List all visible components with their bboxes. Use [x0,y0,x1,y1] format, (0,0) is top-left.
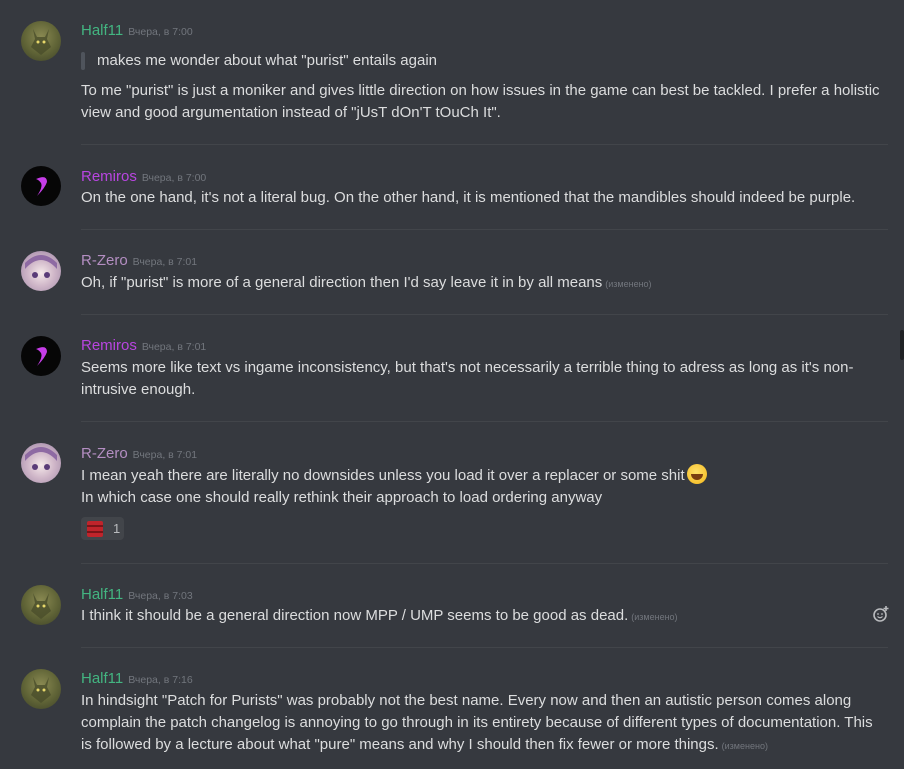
message-header: Half11 Вчера, в 7:16 [81,670,193,690]
message-text: On the one hand, it's not a literal bug.… [81,189,856,206]
username[interactable]: R-Zero [81,252,128,269]
message-header: Half11 Вчера, в 7:03 [81,586,193,606]
anime-avatar-icon [25,447,57,470]
message-header: Remiros Вчера, в 7:00 [81,168,206,188]
message-text: Seems more like text vs ingame inconsist… [81,359,854,398]
username[interactable]: Half11 [81,670,123,687]
quote-text: makes me wonder about what "purist" enta… [97,52,437,69]
divider [81,647,888,648]
grinning-face-emoji-icon [686,464,707,484]
dragon-avatar-icon [31,29,51,55]
message-body: Oh, if "purist" is more of a general dir… [81,274,603,291]
anime-avatar-icon [25,255,57,278]
username[interactable]: Remiros [81,337,137,354]
divider [81,563,888,564]
message-header: Half11 Вчера, в 7:00 [81,22,193,42]
timestamp: Вчера, в 7:01 [132,256,198,268]
message-text: I think it should be a general direction… [81,605,886,628]
scrollbar[interactable] [900,330,904,360]
dragon-avatar-icon [31,677,51,703]
avatar[interactable] [21,336,61,376]
avatar[interactable] [21,166,61,206]
username[interactable]: Remiros [81,168,137,185]
divider [81,421,888,422]
red-custom-emoji-icon [87,520,103,537]
timestamp: Вчера, в 7:03 [128,590,193,602]
scythe-avatar-icon [36,177,47,196]
reaction-count: 1 [113,521,121,536]
username[interactable]: Half11 [81,586,123,603]
timestamp: Вчера, в 7:16 [128,674,193,686]
username[interactable]: R-Zero [81,445,128,462]
message-text: In hindsight "Patch for Purists" was pro… [81,690,886,757]
message-body: I think it should be a general direction… [81,607,629,624]
timestamp: Вчера, в 7:00 [141,172,207,184]
avatar[interactable] [21,21,61,61]
divider [81,229,888,230]
reaction-button[interactable]: 1 [81,517,124,540]
edited-label: (изменено) [721,741,768,751]
timestamp: Вчера, в 7:01 [141,341,207,353]
timestamp: Вчера, в 7:01 [132,449,198,461]
edited-label: (изменено) [605,279,652,289]
avatar[interactable] [21,443,61,483]
message-header: Remiros Вчера, в 7:01 [81,337,206,357]
dragon-avatar-icon [31,593,51,619]
message-text: Oh, if "purist" is more of a general dir… [81,272,886,295]
message-header: R-Zero Вчера, в 7:01 [81,445,197,465]
message-line: I mean yeah there are literally no downs… [81,467,685,484]
quote-bar [81,52,85,70]
avatar[interactable] [21,251,61,291]
avatar[interactable] [21,585,61,625]
divider [81,144,888,145]
avatar[interactable] [21,669,61,709]
timestamp: Вчера, в 7:00 [128,26,193,38]
message-text: To me "purist" is just a moniker and giv… [81,82,880,121]
edited-label: (изменено) [631,612,678,622]
message-header: R-Zero Вчера, в 7:01 [81,252,197,272]
message-line: In which case one should really rethink … [81,489,603,506]
add-reaction-icon[interactable] [872,605,890,623]
message-text: I mean yeah there are literally no downs… [81,464,886,509]
username[interactable]: Half11 [81,22,123,39]
scythe-avatar-icon [36,347,47,366]
divider [81,314,888,315]
